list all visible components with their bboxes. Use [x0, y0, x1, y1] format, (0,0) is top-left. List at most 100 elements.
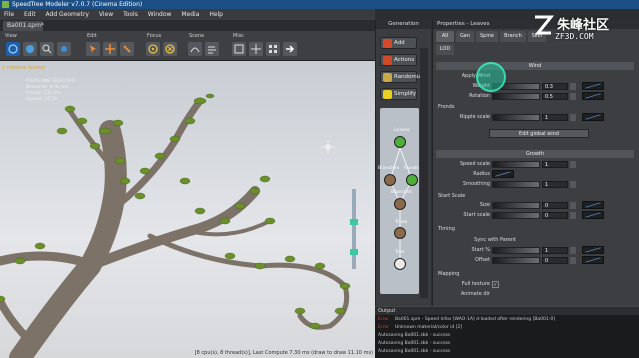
move-tool-button[interactable]	[103, 42, 117, 56]
start-scale-value[interactable]: 0	[542, 212, 568, 219]
viewport-slider[interactable]	[349, 189, 359, 269]
offset-row: Offset 0	[436, 256, 634, 265]
tab-branch[interactable]: Branch	[500, 31, 526, 42]
toolbar: View Edit Focus Scene Misc	[0, 31, 375, 61]
start-percent-value[interactable]: 1	[542, 247, 568, 254]
speed-scale-slider[interactable]	[492, 161, 540, 168]
randomize-button[interactable]: Randomize	[380, 71, 425, 83]
smoothing-spinner[interactable]	[570, 181, 576, 188]
misc-grid-button[interactable]	[232, 42, 246, 56]
start-percent-slider[interactable]	[492, 247, 540, 254]
speed-scale-value[interactable]: 1	[542, 161, 568, 168]
smoothing-slider[interactable]	[492, 181, 540, 188]
size-curve[interactable]	[582, 201, 604, 209]
tab-gen[interactable]: Gen	[456, 31, 474, 42]
size-value[interactable]: 0	[542, 202, 568, 209]
start-scale-subheader: Start Scale	[438, 193, 466, 199]
leaves-node[interactable]	[394, 136, 406, 148]
size-slider[interactable]	[492, 202, 540, 209]
document-tabs: Ba001.spm*	[0, 20, 375, 31]
misc-move-button[interactable]	[249, 42, 263, 56]
smoothing-value[interactable]: 1	[542, 181, 568, 188]
start-percent-curve[interactable]	[582, 246, 604, 254]
sync-parent-row: Sync with Parent	[436, 236, 634, 245]
actions-button[interactable]: Actions	[380, 54, 417, 66]
pan-camera-button[interactable]	[23, 42, 37, 56]
weight-value[interactable]: 0.3	[542, 83, 568, 90]
add-button[interactable]: Add	[380, 37, 417, 49]
offset-spinner[interactable]	[570, 257, 576, 264]
focus-target-button[interactable]	[146, 42, 160, 56]
rotation-spinner[interactable]	[570, 93, 576, 100]
growth-section-header[interactable]: Growth	[436, 150, 634, 158]
speed-scale-spinner[interactable]	[570, 161, 576, 168]
watermark-url: ZF3D.COM	[555, 32, 594, 41]
start-percent-spinner[interactable]	[570, 247, 576, 254]
toolbar-group-view: View	[2, 33, 80, 59]
tree-node[interactable]	[394, 258, 406, 270]
select-tool-button[interactable]	[86, 42, 100, 56]
size-spinner[interactable]	[570, 202, 576, 209]
light-gizmo-icon[interactable]	[320, 139, 336, 155]
ripple-scale-value[interactable]: 1	[542, 114, 568, 121]
misc-forward-button[interactable]	[283, 42, 297, 56]
simplify-icon	[383, 90, 392, 99]
offset-curve[interactable]	[582, 256, 604, 264]
rotation-curve[interactable]	[582, 92, 604, 100]
rotate-tool-button[interactable]	[120, 42, 134, 56]
doc-tab[interactable]: Ba001.spm*	[3, 21, 44, 31]
branches-node[interactable]	[384, 174, 396, 186]
tab-lod[interactable]: LOD	[436, 44, 454, 55]
ripple-scale-spinner[interactable]	[570, 114, 576, 121]
menu-window[interactable]: Window	[144, 9, 176, 20]
fit-view-button[interactable]	[57, 42, 71, 56]
offset-value[interactable]: 0	[542, 257, 568, 264]
tab-all[interactable]: All	[436, 31, 454, 42]
wind-section-header[interactable]: Wind	[436, 62, 634, 70]
menu-add-geometry[interactable]: Add Geometry	[42, 9, 93, 20]
trunk-node[interactable]	[394, 227, 406, 239]
menu-view[interactable]: View	[95, 9, 117, 20]
start-scale-spinner[interactable]	[570, 212, 576, 219]
generation-scrollbar[interactable]	[420, 48, 428, 298]
output-text: Ba001.spm - Speed Infos [WAO-1A] d-loade…	[394, 317, 556, 322]
fronds-subheader: Fronds	[438, 104, 455, 110]
simplify-button[interactable]: Simplify	[380, 88, 417, 100]
weight-spinner[interactable]	[570, 83, 576, 90]
offset-label: Offset	[474, 257, 490, 263]
wind-rotation-row: Rotation 0.5	[436, 92, 634, 101]
3d-viewport[interactable]: 2 meshes loaded POLYGONS SELECTED Branch…	[0, 61, 375, 358]
ripple-scale-slider[interactable]	[492, 114, 540, 121]
size-row: Size 0	[436, 201, 634, 210]
tab-spine[interactable]: Spine	[476, 31, 498, 42]
misc-layout-button[interactable]	[266, 42, 280, 56]
output-line: Autosaving Ba001.sbk - success	[378, 349, 450, 354]
rotation-slider[interactable]	[492, 93, 540, 100]
edit-global-wind-button[interactable]: Edit global wind	[489, 129, 589, 138]
orbit-camera-button[interactable]	[6, 42, 20, 56]
radius-label: Radius	[473, 171, 490, 177]
scene-wind-button[interactable]	[205, 42, 219, 56]
scene-light-button[interactable]	[188, 42, 202, 56]
output-panel: Output Error Ba001.spm - Speed Infos [WAO…	[375, 306, 639, 358]
start-scale-slider[interactable]	[492, 212, 540, 219]
menu-edit[interactable]: Edit	[20, 9, 40, 20]
menu-media[interactable]: Media	[177, 9, 203, 20]
menu-bar: File Edit Add Geometry View Tools Window…	[0, 9, 375, 20]
menu-tools[interactable]: Tools	[119, 9, 142, 20]
focus-clear-button[interactable]	[163, 42, 177, 56]
offset-slider[interactable]	[492, 257, 540, 264]
branches-node-2[interactable]	[394, 198, 406, 210]
toolbar-label-misc: Misc	[233, 33, 245, 39]
radius-curve[interactable]	[492, 170, 514, 178]
ripple-scale-curve[interactable]	[582, 113, 604, 121]
weight-curve[interactable]	[582, 82, 604, 90]
fronds-node[interactable]	[406, 174, 418, 186]
menu-file[interactable]: File	[0, 9, 18, 20]
full-texture-checkbox[interactable]: ✓	[492, 281, 499, 288]
generation-graph[interactable]: Leaves Branches Fronds Branches Trunk Tr…	[378, 108, 419, 294]
zoom-camera-button[interactable]	[40, 42, 54, 56]
start-scale-curve[interactable]	[582, 211, 604, 219]
menu-help[interactable]: Help	[205, 9, 227, 20]
rotation-value[interactable]: 0.5	[542, 93, 568, 100]
